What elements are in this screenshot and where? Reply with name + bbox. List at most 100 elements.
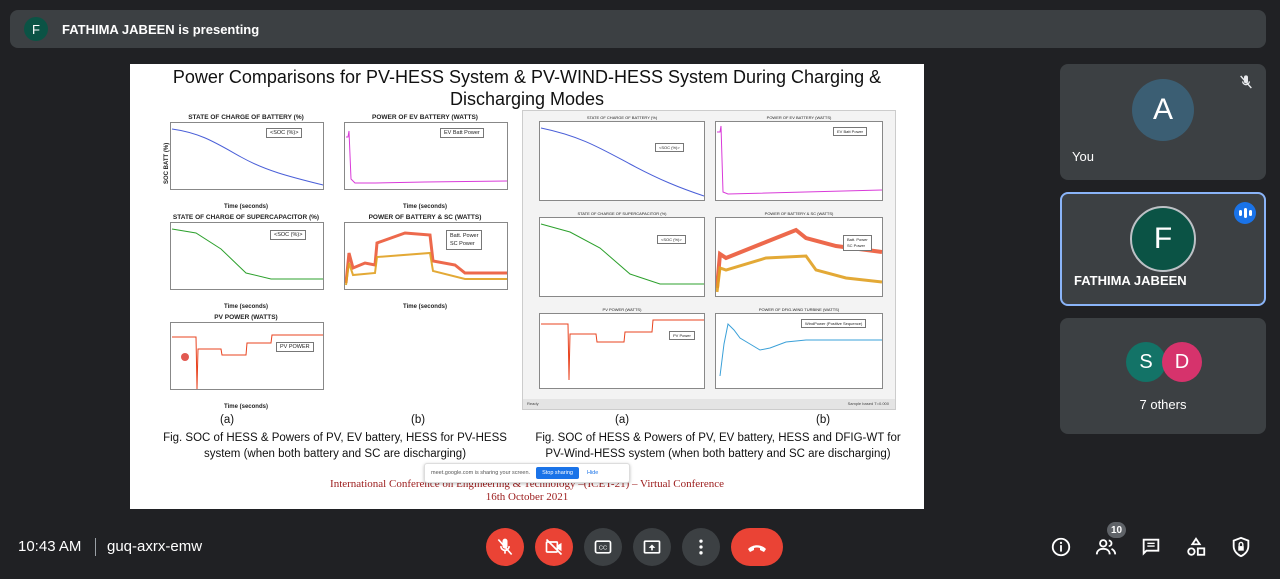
caption-right-line2: PV-Wind-HESS system (when both battery a… bbox=[545, 448, 891, 460]
plot-title: STATE OF CHARGE OF BATTERY (%) bbox=[586, 115, 658, 120]
stop-sharing-button[interactable]: Stop sharing bbox=[536, 467, 579, 479]
plot-legend: Batt. Power SC Power bbox=[843, 235, 872, 251]
activities-button[interactable] bbox=[1184, 535, 1208, 559]
presenter-avatar-small: F bbox=[24, 17, 48, 41]
plot-frame bbox=[344, 222, 508, 290]
speaking-indicator-icon bbox=[1234, 202, 1256, 224]
plot-xlabel: Time (seconds) bbox=[224, 304, 268, 310]
subfig-b-right: (b) bbox=[816, 414, 831, 426]
legend-battery: Batt. Power bbox=[450, 233, 479, 239]
hide-notice-button[interactable]: Hide bbox=[587, 470, 598, 476]
plot-frame bbox=[715, 217, 883, 297]
legend-sc: SC Power bbox=[450, 241, 475, 247]
camera-toggle-button[interactable] bbox=[535, 528, 573, 566]
r-battery-sc-curves bbox=[715, 227, 883, 293]
simulation-panel: STATE OF CHARGE OF BATTERY (%) <SOC (%)>… bbox=[522, 110, 896, 410]
camera-off-icon bbox=[545, 538, 563, 556]
plot-pv-power: PV POWER (WATTS) PV POWER Time (seconds) bbox=[166, 314, 326, 410]
plot-soc-sc: STATE OF CHARGE OF SUPERCAPACITOR (%) <S… bbox=[166, 214, 326, 310]
captions-icon: CC bbox=[594, 540, 612, 554]
shield-lock-icon bbox=[1232, 536, 1250, 558]
participant-name: You bbox=[1072, 149, 1094, 164]
participant-tile-you[interactable]: A You bbox=[1060, 64, 1266, 180]
r-soc-battery-curve bbox=[540, 127, 705, 197]
plot-frame bbox=[539, 217, 705, 297]
present-screen-button[interactable] bbox=[633, 528, 671, 566]
plot-legend: <SOC (%)> bbox=[270, 230, 307, 240]
plot-xlabel: Time (seconds) bbox=[224, 404, 268, 410]
plot-ylabel: SOC BATT (%) bbox=[164, 142, 170, 184]
plot-xlabel: Time (seconds) bbox=[224, 204, 268, 210]
leave-call-button[interactable] bbox=[731, 528, 783, 566]
status-left: Ready bbox=[527, 401, 539, 406]
participant-tile-presenter[interactable]: F FATHIMA JABEEN bbox=[1060, 192, 1266, 306]
share-notice: meet.google.com is sharing your screen. … bbox=[424, 463, 630, 483]
host-controls-button[interactable] bbox=[1229, 535, 1253, 559]
mic-off-icon bbox=[497, 538, 513, 556]
plot-title: PV POWER (WATTS) bbox=[214, 314, 278, 321]
plot-title: POWER OF BATTERY & SC (WATTS) bbox=[368, 214, 482, 221]
mic-off-icon bbox=[1240, 75, 1252, 89]
slide-title-line2: Discharging Modes bbox=[449, 89, 605, 109]
r-plot-ev-power: POWER OF EV BATTERY (WATTS) EV Batt Powe… bbox=[713, 115, 885, 211]
plot-soc-battery: STATE OF CHARGE OF BATTERY (%) <SOC (%)>… bbox=[164, 114, 326, 210]
people-button[interactable] bbox=[1094, 535, 1118, 559]
present-screen-icon bbox=[643, 540, 661, 554]
mic-toggle-button[interactable] bbox=[486, 528, 524, 566]
participant-count-badge: 10 bbox=[1107, 522, 1127, 538]
plot-xlabel: Time (seconds) bbox=[403, 304, 447, 310]
chat-button[interactable] bbox=[1139, 535, 1163, 559]
caption-left: Fig. SOC of HESS & Powers of PV, EV batt… bbox=[150, 430, 520, 462]
status-right: Sample based T=0.000 bbox=[847, 401, 889, 406]
plot-legend: PV POWER bbox=[276, 342, 314, 352]
battery-sc-curves bbox=[344, 231, 507, 286]
slide-title-line1: Power Comparisons for PV-HESS System & P… bbox=[172, 67, 882, 87]
avatar-d: D bbox=[1162, 342, 1202, 382]
avatar-s: S bbox=[1126, 342, 1166, 382]
captions-button[interactable]: CC bbox=[584, 528, 622, 566]
r-plot-battery-sc-power: POWER OF BATTERY & SC (WATTS) Batt. Powe… bbox=[713, 211, 885, 307]
pv-power-curve bbox=[172, 334, 323, 390]
chat-icon bbox=[1142, 538, 1160, 556]
plot-legend: Batt. Power SC Power bbox=[446, 230, 483, 250]
slide-title: Power Comparisons for PV-HESS System & P… bbox=[130, 66, 924, 110]
plot-title: STATE OF CHARGE OF SUPERCAPACITOR (%) bbox=[577, 211, 667, 216]
plot-legend: EV Batt Power bbox=[440, 128, 484, 138]
participant-tile-others[interactable]: S D 7 others bbox=[1060, 318, 1266, 434]
plot-title: POWER OF DFIG-WIND TURBINE (WATTS) bbox=[758, 307, 840, 312]
r-soc-sc-curve bbox=[540, 223, 704, 285]
r-plot-wind-power: POWER OF DFIG-WIND TURBINE (WATTS) WindP… bbox=[713, 307, 885, 393]
plot-legend: PV Power bbox=[669, 331, 695, 340]
caption-left-line2: system (when both battery and SC are dis… bbox=[203, 448, 467, 460]
plot-legend: <SOC (%)> bbox=[266, 128, 303, 138]
share-notice-text: meet.google.com is sharing your screen. bbox=[431, 470, 531, 476]
plot-title: POWER OF BATTERY & SC (WATTS) bbox=[764, 211, 834, 216]
plot-frame bbox=[539, 313, 705, 389]
plot-title: POWER OF EV BATTERY (WATTS) bbox=[372, 114, 478, 121]
r-plot-pv-power: PV POWER (WATTS) PV Power bbox=[537, 307, 707, 393]
plot-title: STATE OF CHARGE OF SUPERCAPACITOR (%) bbox=[172, 214, 320, 221]
r-plot-soc-battery: STATE OF CHARGE OF BATTERY (%) <SOC (%)> bbox=[537, 115, 707, 211]
meeting-details-button[interactable] bbox=[1049, 535, 1073, 559]
people-icon bbox=[1095, 539, 1117, 555]
plot-title: POWER OF EV BATTERY (WATTS) bbox=[766, 115, 832, 120]
divider bbox=[95, 538, 96, 556]
end-call-icon bbox=[748, 545, 766, 552]
control-bar: 10:43 AM guq-axrx-emw CC 10 bbox=[0, 520, 1280, 576]
more-options-button[interactable] bbox=[682, 528, 720, 566]
sim-status-bar: Ready Sample based T=0.000 bbox=[523, 399, 895, 409]
plot-legend: <SOC (%)> bbox=[655, 143, 684, 152]
avatar: F bbox=[1130, 206, 1196, 272]
plot-title: STATE OF CHARGE OF BATTERY (%) bbox=[188, 114, 304, 121]
meeting-code: guq-axrx-emw bbox=[107, 538, 203, 555]
ev-power-curve bbox=[346, 130, 508, 184]
r-pv-power-curve bbox=[541, 319, 704, 381]
r-plot-soc-sc: STATE OF CHARGE OF SUPERCAPACITOR (%) <S… bbox=[537, 211, 707, 307]
plot-legend: <SOC (%)> bbox=[657, 235, 686, 244]
plot-battery-sc-power: POWER OF BATTERY & SC (WATTS) Batt. Powe… bbox=[340, 214, 510, 310]
presenting-banner: F FATHIMA JABEEN is presenting bbox=[10, 10, 1266, 48]
svg-text:CC: CC bbox=[599, 546, 607, 552]
presenting-text: FATHIMA JABEEN is presenting bbox=[62, 21, 260, 37]
participant-name: FATHIMA JABEEN bbox=[1074, 273, 1187, 288]
plot-frame bbox=[539, 121, 705, 201]
